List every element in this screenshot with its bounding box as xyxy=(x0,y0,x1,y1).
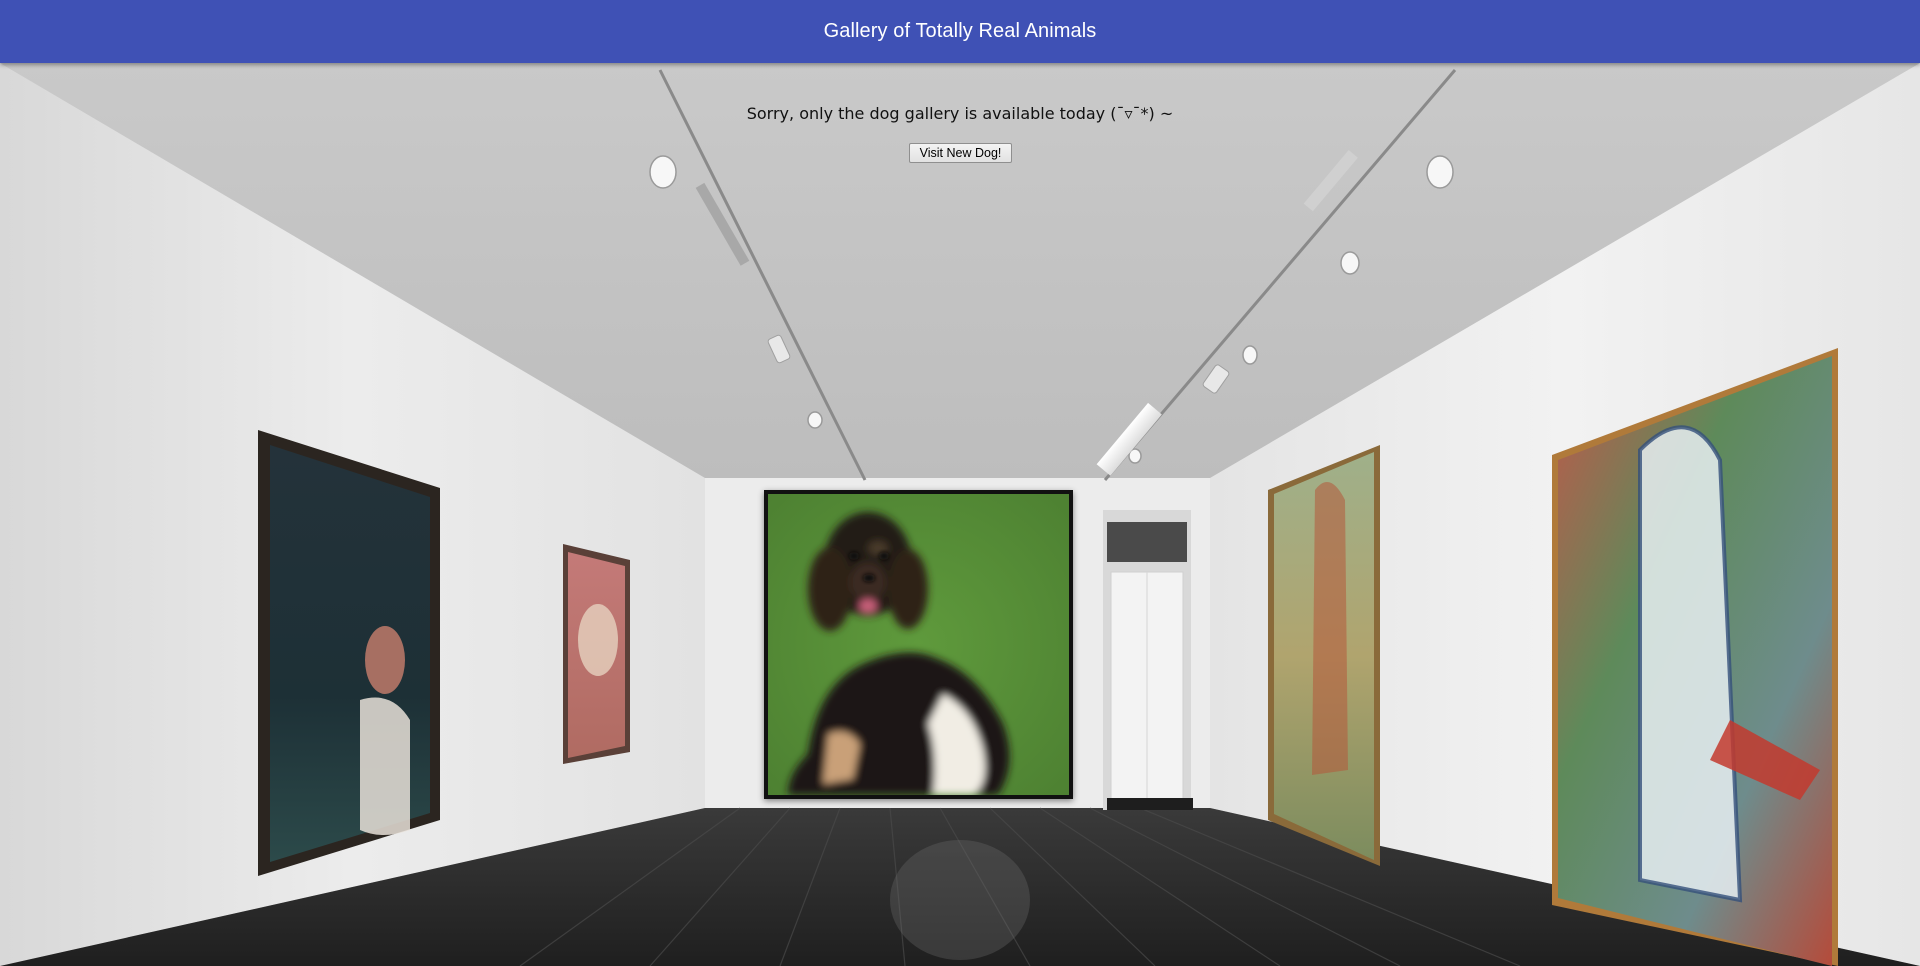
availability-notice: Sorry, only the dog gallery is available… xyxy=(746,104,1174,123)
app-title: Gallery of Totally Real Animals xyxy=(823,20,1097,42)
gallery-page: Gallery of Totally Real Animals Sorry, o… xyxy=(0,0,1920,966)
dog-image xyxy=(768,494,1069,795)
visit-new-dog-button[interactable]: Visit New Dog! xyxy=(909,143,1012,163)
app-bar: Gallery of Totally Real Animals xyxy=(0,0,1920,63)
dog-artwork xyxy=(764,490,1073,799)
